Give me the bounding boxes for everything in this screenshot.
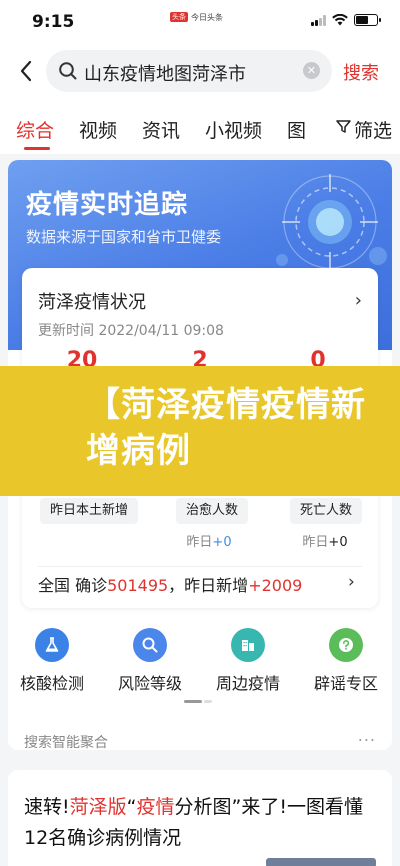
buildings-icon <box>231 628 265 662</box>
cured-delta: 昨日+0 <box>164 531 254 550</box>
article-thumbnail <box>266 858 376 866</box>
article-title: 速转!菏泽版“疫情分析图”来了!一图看懂12名确诊病例情况 <box>24 792 384 854</box>
death-label: 死亡人数 <box>290 498 363 524</box>
article-card[interactable]: 速转!菏泽版“疫情分析图”来了!一图看懂12名确诊病例情况 <box>8 770 392 866</box>
hero-subtitle: 数据来源于国家和省市卫健委 <box>26 228 222 246</box>
filter-label: 筛选 <box>354 120 393 142</box>
headline-banner: 【菏泽疫情疫情新增病例 <box>0 366 400 496</box>
back-button[interactable] <box>14 57 38 85</box>
cured-label: 治愈人数 <box>176 498 249 524</box>
national-middle: ，昨日新增 <box>168 576 249 595</box>
search-icon <box>59 62 77 80</box>
aggregate-label: 搜索智能聚合 <box>24 735 108 750</box>
tab-news[interactable]: 资讯 <box>142 116 180 143</box>
article-title-highlight: 疫情 <box>136 796 175 818</box>
banner-text: 【菏泽疫情疫情新增病例 <box>86 385 366 471</box>
article-title-part: “ <box>126 796 137 818</box>
death-delta-value: +0 <box>328 535 348 550</box>
clear-icon[interactable]: ✕ <box>303 62 320 79</box>
chevron-left-icon <box>20 60 32 82</box>
tab-all[interactable]: 综合 <box>16 116 54 143</box>
tool-label: 辟谣专区 <box>313 674 378 693</box>
search-input[interactable]: 山东疫情地图菏泽市 ✕ <box>46 50 332 92</box>
city-status-title: 菏泽疫情状况 <box>38 292 146 313</box>
tool-nucleic-test[interactable]: 核酸检测 <box>12 628 92 694</box>
tool-label: 核酸检测 <box>19 674 84 693</box>
search-query: 山东疫情地图菏泽市 <box>84 64 246 85</box>
filter-button[interactable]: 筛选 <box>308 98 400 154</box>
tab-short-video[interactable]: 小视频 <box>205 116 262 143</box>
question-icon <box>329 628 363 662</box>
tool-risk-level[interactable]: 风险等级 <box>110 628 190 694</box>
update-time: 更新时间 2022/04/11 09:08 <box>38 323 224 339</box>
cellular-signal-icon <box>311 14 326 26</box>
virus-target-icon <box>276 174 387 270</box>
page-indicator-active <box>184 700 202 703</box>
tool-label: 周边疫情 <box>215 674 280 693</box>
tab-video[interactable]: 视频 <box>79 116 117 143</box>
wifi-icon <box>332 14 348 26</box>
tab-image[interactable]: 图 <box>287 116 306 143</box>
local-new-label: 昨日本土新增 <box>40 498 139 524</box>
search-bar: 山东疫情地图菏泽市 ✕ 搜索 <box>0 44 400 98</box>
search-button[interactable]: 搜索 <box>343 59 379 85</box>
status-app-indicator: 头条 今日头条 <box>170 10 223 24</box>
flask-icon <box>35 628 69 662</box>
divider <box>38 566 362 567</box>
status-time: 9:15 <box>32 12 75 32</box>
status-icons <box>311 14 381 26</box>
result-tabs: 综合 视频 资讯 小视频 图 筛选 <box>0 98 400 154</box>
death-delta: 昨日+0 <box>280 531 370 550</box>
chevron-right-icon: › <box>354 290 362 311</box>
article-title-highlight: 菏泽版 <box>69 796 127 818</box>
more-icon[interactable]: ... <box>358 726 376 745</box>
article-title-part: 速转! <box>24 796 70 818</box>
search-icon <box>133 628 167 662</box>
filter-icon <box>336 120 351 133</box>
tool-label: 风险等级 <box>117 674 182 693</box>
tool-nearby-epidemic[interactable]: 周边疫情 <box>208 628 288 694</box>
status-bar: 9:15 头条 今日头条 <box>0 0 400 44</box>
active-tab-indicator <box>24 147 50 150</box>
tool-rumor-debunk[interactable]: 辟谣专区 <box>306 628 386 694</box>
national-confirmed: 501495 <box>107 576 169 595</box>
cured-delta-value: +0 <box>212 535 232 550</box>
page-indicator-inactive <box>204 700 212 703</box>
hero-title: 疫情实时追踪 <box>26 190 189 220</box>
battery-icon <box>354 14 381 26</box>
cured-delta-prefix: 昨日 <box>186 535 213 550</box>
national-new-cases: +2009 <box>248 576 303 595</box>
national-prefix: 全国 确诊 <box>38 576 108 595</box>
app-badge: 头条 <box>170 12 188 22</box>
death-delta-prefix: 昨日 <box>302 535 329 550</box>
chevron-right-icon: › <box>348 572 355 592</box>
app-name: 今日头条 <box>191 12 223 22</box>
national-stats[interactable]: 全国 确诊501495，昨日新增+2009 <box>38 572 302 596</box>
